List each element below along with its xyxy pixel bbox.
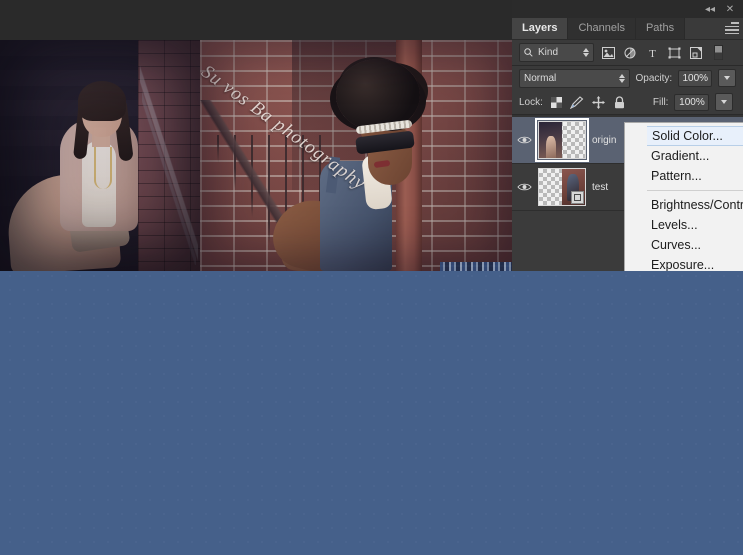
filter-type-layers-icon[interactable]: T: [644, 44, 660, 61]
lock-position-icon[interactable]: [591, 95, 606, 110]
tab-channels[interactable]: Channels: [568, 18, 635, 39]
canvas-render-artifact: [440, 262, 512, 271]
layer-thumbnail-image: [539, 122, 562, 158]
blend-mode-row[interactable]: Normal Opacity: 100%: [512, 66, 743, 90]
eye-icon[interactable]: [512, 135, 536, 145]
lock-transparent-pixels-icon[interactable]: [549, 95, 564, 110]
filter-kind-select[interactable]: Kind: [519, 43, 594, 62]
opacity-dropdown-icon[interactable]: [718, 69, 736, 87]
filter-pixel-layers-icon[interactable]: [600, 44, 616, 61]
layer-filter-row[interactable]: Kind T: [512, 40, 743, 66]
search-icon: [524, 48, 533, 57]
canvas-photo-right: Su vos Ba photography: [200, 40, 512, 271]
filter-shape-layers-icon[interactable]: [666, 44, 682, 61]
fill-label: Fill:: [653, 97, 669, 108]
fill-dropdown-icon[interactable]: [715, 93, 733, 111]
new-fill-adjustment-menu[interactable]: Solid Color... Gradient... Pattern... Br…: [624, 122, 743, 271]
new-fill-adjustment-menu-clip: Solid Color... Gradient... Pattern... Br…: [624, 122, 743, 271]
canvas-area[interactable]: Su vos Ba photography: [0, 40, 512, 271]
lock-row[interactable]: Lock:: [512, 90, 743, 115]
layer-mask-link-icon[interactable]: [571, 191, 584, 204]
svg-text:T: T: [649, 48, 656, 59]
layer-thumbnail[interactable]: [538, 168, 586, 206]
layer-thumbnail-wrap[interactable]: [536, 120, 588, 160]
eye-icon[interactable]: [512, 182, 536, 192]
filter-kind-label: Kind: [538, 47, 578, 58]
filter-adjustment-layers-icon[interactable]: [622, 44, 638, 61]
tab-paths[interactable]: Paths: [636, 18, 685, 39]
lock-all-icon[interactable]: [612, 95, 627, 110]
close-icon[interactable]: ✕: [723, 3, 737, 16]
collapse-to-icons-icon[interactable]: ◂◂: [703, 3, 717, 16]
layer-thumbnail-wrap[interactable]: [536, 167, 588, 207]
panel-menu-icon[interactable]: [725, 22, 739, 34]
photo-left-vignette: [0, 40, 200, 271]
lock-label: Lock:: [519, 97, 543, 108]
opacity-label: Opacity:: [636, 73, 673, 84]
canvas-photo-left: [0, 40, 200, 271]
filter-smart-objects-icon[interactable]: [688, 44, 704, 61]
tab-layers[interactable]: Layers: [512, 18, 568, 39]
document-titlebar: [0, 0, 512, 40]
filter-kind-spinner-icon[interactable]: [583, 48, 589, 57]
opacity-input[interactable]: 100%: [678, 70, 712, 87]
panel-titlebar: ◂◂ ✕: [512, 0, 743, 18]
blend-mode-select[interactable]: Normal: [519, 69, 630, 88]
photo-right-vignette: [200, 40, 512, 271]
blend-mode-spinner-icon[interactable]: [619, 74, 625, 83]
panel-tab-bar[interactable]: Layers Channels Paths: [512, 18, 743, 40]
menu-icon-rail: [625, 123, 647, 271]
filter-enable-toggle-icon[interactable]: [710, 44, 726, 61]
lock-image-pixels-icon[interactable]: [570, 95, 585, 110]
layer-thumbnail[interactable]: [538, 121, 586, 159]
blend-mode-value: Normal: [524, 73, 619, 84]
fill-input[interactable]: 100%: [674, 94, 709, 111]
